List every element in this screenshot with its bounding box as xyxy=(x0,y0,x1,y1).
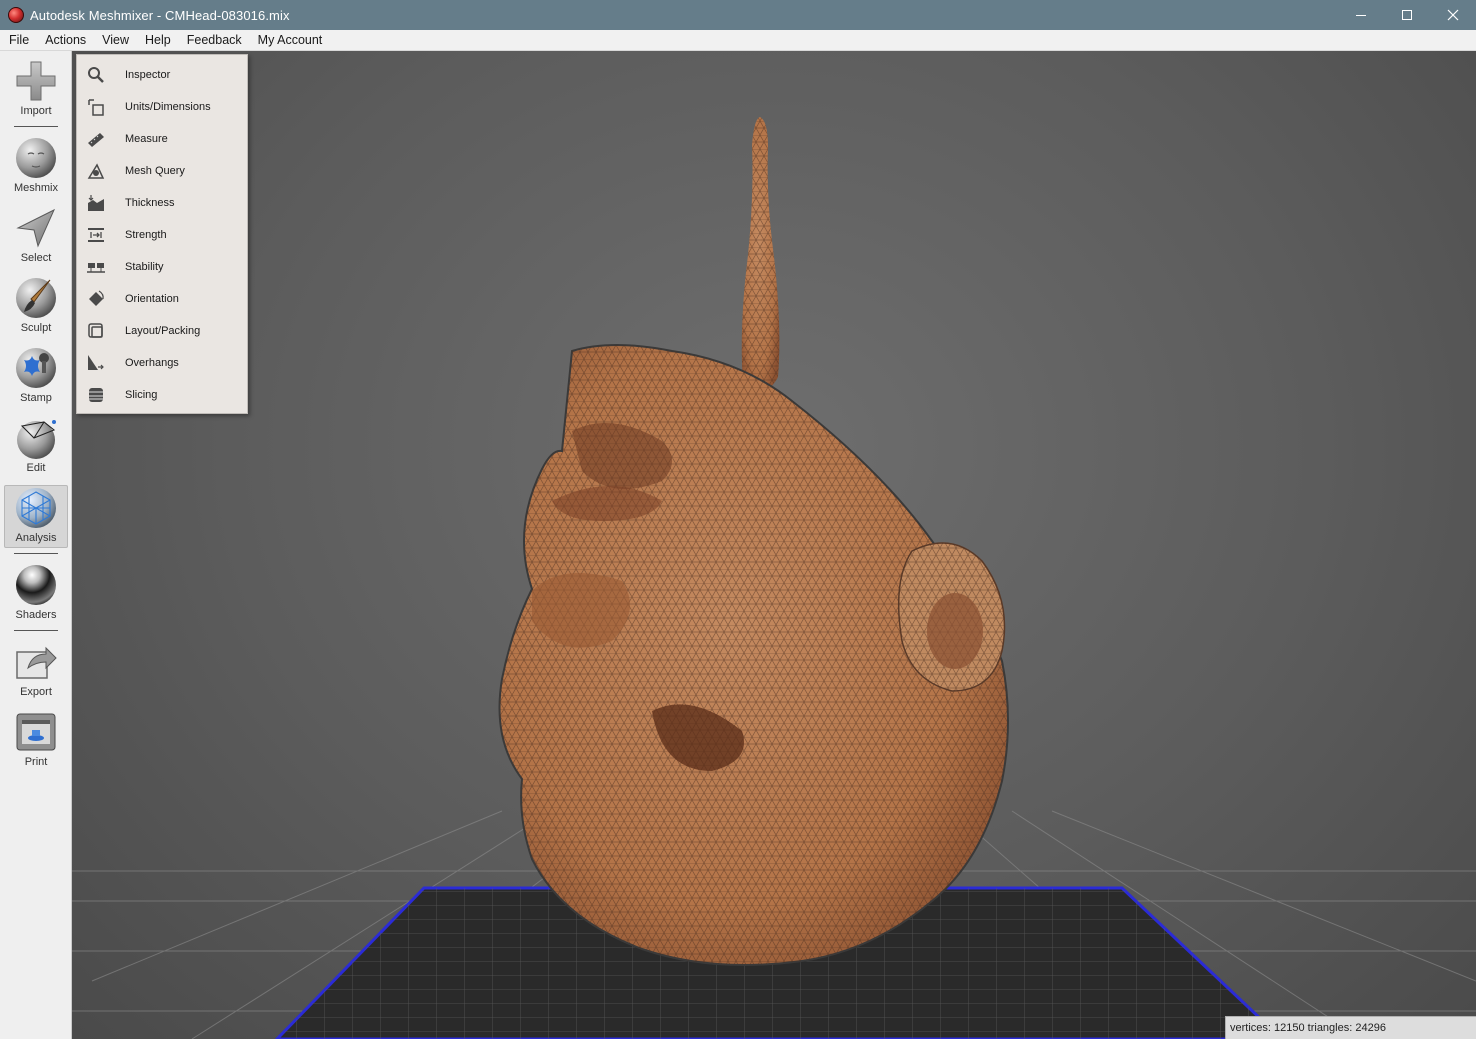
menu-item-label: Inspector xyxy=(125,69,171,81)
sculpt-button[interactable]: Sculpt xyxy=(4,276,68,334)
menu-item-layout-packing[interactable]: Layout/Packing xyxy=(77,315,247,347)
menu-item-label: Measure xyxy=(125,133,168,145)
thickness-icon xyxy=(88,195,104,211)
close-icon[interactable] xyxy=(1430,0,1476,30)
menu-item-label: Stability xyxy=(125,261,164,273)
menu-item-units-dimensions[interactable]: Units/Dimensions xyxy=(77,91,247,123)
menu-item-label: Strength xyxy=(125,229,167,241)
plus-icon xyxy=(16,61,56,101)
shader-sphere-icon xyxy=(16,565,56,605)
analysis-label: Analysis xyxy=(15,532,57,544)
overhangs-icon xyxy=(88,355,104,370)
sculpt-label: Sculpt xyxy=(20,322,52,334)
meshmix-label: Meshmix xyxy=(13,182,58,194)
main-toolbar: Import Meshmix Select Sculpt Stamp Edit … xyxy=(0,51,72,1039)
select-arrow-icon xyxy=(16,208,56,248)
menu-item-label: Mesh Query xyxy=(125,165,185,177)
menu-item-label: Layout/Packing xyxy=(125,325,201,337)
magnifier-icon xyxy=(88,67,104,83)
sculpt-brush-icon xyxy=(16,278,56,318)
window-title: Autodesk Meshmixer - CMHead-083016.mix xyxy=(30,7,290,23)
edit-sphere-icon xyxy=(17,420,56,459)
select-label: Select xyxy=(20,252,52,264)
menu-item-overhangs[interactable]: Overhangs xyxy=(77,347,247,379)
slicing-icon xyxy=(89,388,103,402)
meshmix-button[interactable]: Meshmix xyxy=(4,136,68,194)
minimize-icon[interactable] xyxy=(1338,0,1384,30)
title-bar: Autodesk Meshmixer - CMHead-083016.mix xyxy=(0,0,1476,30)
edit-button[interactable]: Edit xyxy=(4,416,68,474)
menu-item-label: Thickness xyxy=(125,197,175,209)
shaders-label: Shaders xyxy=(15,609,57,621)
menu-item-orientation[interactable]: Orientation xyxy=(77,283,247,315)
menu-item-label: Orientation xyxy=(125,293,179,305)
layout-packing-icon xyxy=(88,323,103,338)
import-button[interactable]: Import xyxy=(4,59,68,117)
mesh-stats-status: vertices: 12150 triangles: 24296 xyxy=(1225,1016,1476,1039)
menu-bar: File Actions View Help Feedback My Accou… xyxy=(0,30,1476,51)
toolbar-divider xyxy=(14,630,58,631)
menu-my-account[interactable]: My Account xyxy=(250,30,331,51)
menu-view[interactable]: View xyxy=(94,30,137,51)
menu-item-slicing[interactable]: Slicing xyxy=(77,379,247,411)
ruler-icon xyxy=(88,133,104,147)
menu-item-strength[interactable]: Strength xyxy=(77,219,247,251)
import-label: Import xyxy=(20,105,52,117)
menu-item-label: Overhangs xyxy=(125,357,179,369)
3d-viewport[interactable] xyxy=(72,51,1476,1039)
menu-item-label: Slicing xyxy=(125,389,158,401)
stamp-label: Stamp xyxy=(20,392,52,404)
export-icon xyxy=(16,646,57,679)
scene-canvas[interactable] xyxy=(72,51,1476,1039)
select-button[interactable]: Select xyxy=(4,206,68,264)
menu-item-thickness[interactable]: Thickness xyxy=(77,187,247,219)
strength-icon xyxy=(88,228,104,242)
units-icon xyxy=(88,99,104,116)
menu-file[interactable]: File xyxy=(0,30,37,51)
menu-item-mesh-query[interactable]: Mesh Query xyxy=(77,155,247,187)
print-button[interactable]: Print xyxy=(4,710,68,768)
analysis-sphere-icon xyxy=(16,488,56,528)
analysis-menu: Inspector Units/Dimensions Measure Mesh … xyxy=(76,54,248,414)
export-button[interactable]: Export xyxy=(4,640,68,698)
window-controls xyxy=(1338,0,1476,30)
analysis-button[interactable]: Analysis xyxy=(4,485,68,548)
stamp-button[interactable]: Stamp xyxy=(4,346,68,404)
edit-label: Edit xyxy=(26,462,46,474)
meshmix-sphere-icon xyxy=(16,138,56,178)
printer-icon xyxy=(16,713,56,751)
shaders-button[interactable]: Shaders xyxy=(4,563,68,621)
toolbar-divider xyxy=(14,126,58,127)
menu-item-stability[interactable]: Stability xyxy=(77,251,247,283)
menu-help[interactable]: Help xyxy=(137,30,179,51)
menu-feedback[interactable]: Feedback xyxy=(179,30,250,51)
menu-item-measure[interactable]: Measure xyxy=(77,123,247,155)
export-label: Export xyxy=(20,686,52,698)
mesh-query-icon xyxy=(87,163,105,179)
app-logo-icon xyxy=(8,7,24,23)
stability-icon xyxy=(87,263,105,273)
menu-item-inspector[interactable]: Inspector xyxy=(77,59,247,91)
stamp-icon xyxy=(16,348,56,388)
print-label: Print xyxy=(24,756,48,768)
menu-actions[interactable]: Actions xyxy=(37,30,94,51)
menu-item-label: Units/Dimensions xyxy=(125,101,211,113)
maximize-icon[interactable] xyxy=(1384,0,1430,30)
toolbar-divider xyxy=(14,553,58,554)
orientation-icon xyxy=(89,290,104,306)
